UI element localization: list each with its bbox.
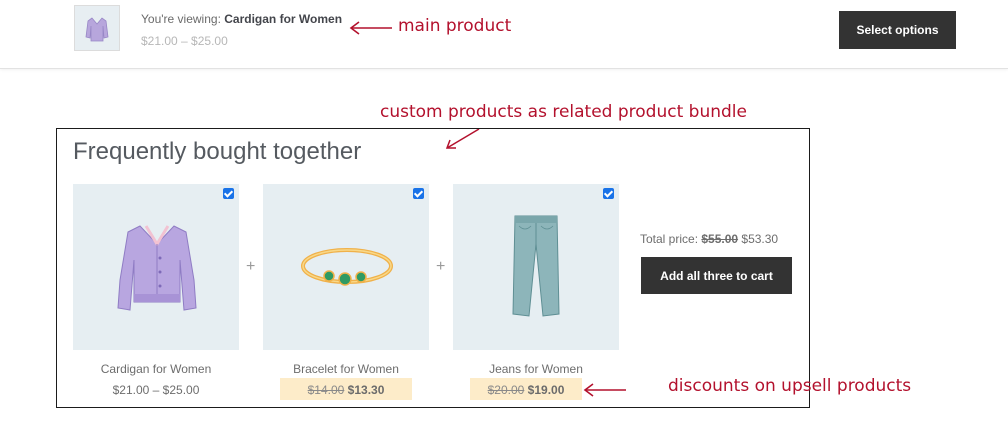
cardigan-illustration xyxy=(117,225,197,311)
total-label: Total price: xyxy=(640,232,702,246)
new-price: $19.00 xyxy=(527,383,565,397)
plus-sign: + xyxy=(246,258,256,275)
arrow-left-icon xyxy=(583,383,626,397)
add-all-to-cart-button[interactable]: Add all three to cart xyxy=(641,257,792,294)
product-thumbnail[interactable] xyxy=(74,5,120,51)
total-new-price: $53.30 xyxy=(741,232,779,246)
product-name-jeans[interactable]: Jeans for Women xyxy=(453,362,619,376)
product-image-cardigan[interactable] xyxy=(73,184,239,350)
total-old-price: $55.00 xyxy=(701,232,739,246)
product-price-jeans: $20.00 $19.00 xyxy=(470,383,582,397)
product-checkbox-bracelet[interactable] xyxy=(413,188,424,199)
jeans-illustration xyxy=(512,215,560,317)
bracelet-illustration xyxy=(301,248,393,286)
product-checkbox-jeans[interactable] xyxy=(603,188,614,199)
plus-sign: + xyxy=(436,258,446,275)
sticky-price: $21.00 – $25.00 xyxy=(141,34,228,48)
annotation-discounts: discounts on upsell products xyxy=(668,376,912,396)
annotation-custom-bundle: custom products as related product bundl… xyxy=(380,102,747,122)
total-price: Total price: $55.00 $53.30 xyxy=(640,232,778,246)
product-checkbox-cardigan[interactable] xyxy=(223,188,234,199)
viewing-text: You're viewing: Cardigan for Women xyxy=(141,12,342,26)
product-price-bracelet: $14.00 $13.30 xyxy=(280,383,412,397)
viewing-product-name: Cardigan for Women xyxy=(224,12,343,26)
arrow-left-icon xyxy=(349,21,392,35)
product-name-cardigan[interactable]: Cardigan for Women xyxy=(73,362,239,376)
product-price-cardigan: $21.00 – $25.00 xyxy=(112,383,200,397)
bundle-title: Frequently bought together xyxy=(73,138,362,165)
viewing-prefix: You're viewing: xyxy=(141,12,225,26)
select-options-button[interactable]: Select options xyxy=(839,11,956,49)
product-image-bracelet[interactable] xyxy=(263,184,429,350)
old-price: $14.00 xyxy=(307,383,345,397)
product-name-bracelet[interactable]: Bracelet for Women xyxy=(263,362,429,376)
annotation-main-product: main product xyxy=(398,16,512,36)
cardigan-icon xyxy=(85,17,109,42)
old-price: $20.00 xyxy=(487,383,525,397)
new-price: $13.30 xyxy=(347,383,385,397)
product-image-jeans[interactable] xyxy=(453,184,619,350)
